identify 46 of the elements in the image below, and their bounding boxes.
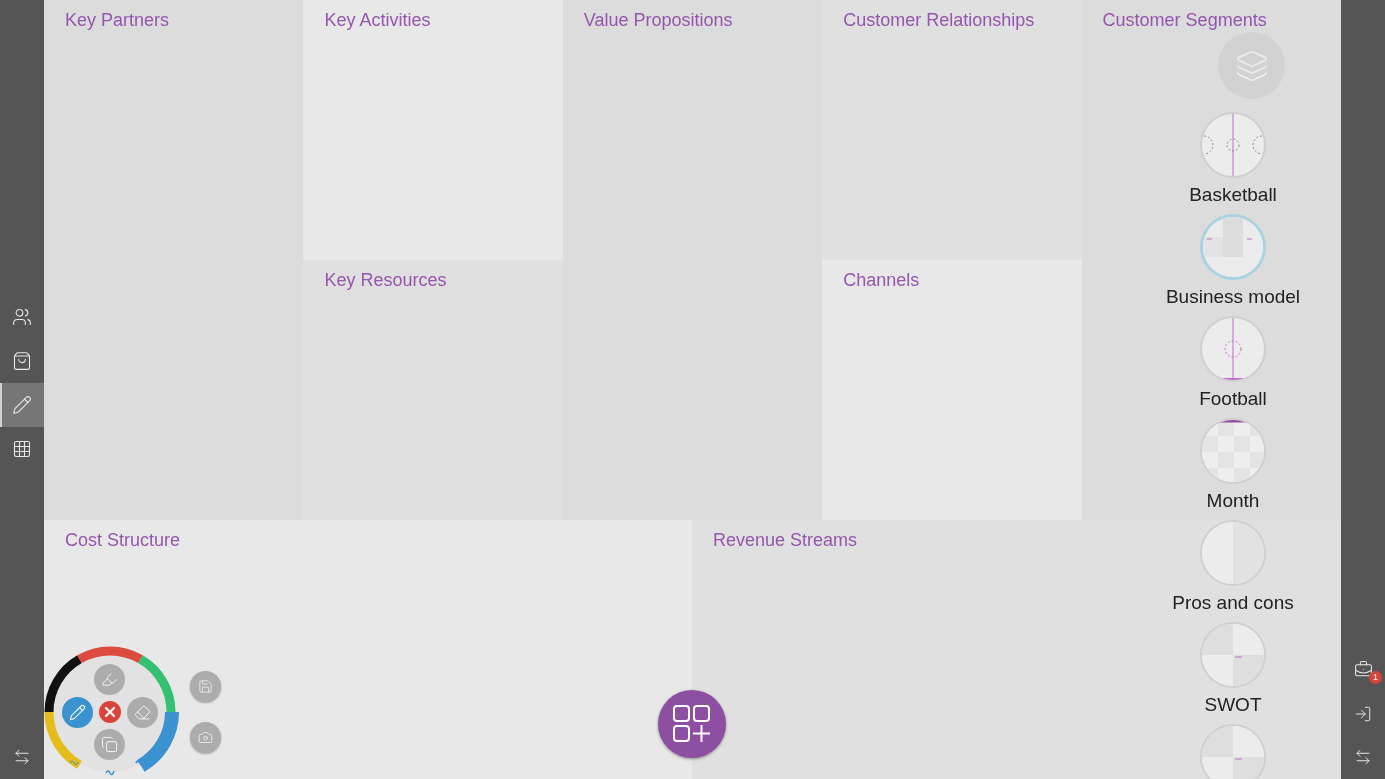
pencil-tool-button[interactable] [0,383,44,427]
color-segment[interactable] [44,655,82,713]
close-icon [102,704,118,720]
color-segment[interactable] [137,711,179,772]
template-label: Month [1206,490,1260,512]
calendar-grid-icon [1202,420,1264,482]
color-segment[interactable] [138,655,176,713]
camera-icon [198,730,213,745]
section-title: Key Partners [65,10,170,30]
section-title: Key Resources [324,270,447,290]
layers-icon [1234,48,1269,83]
copy-icon [101,736,118,753]
save-icon [198,679,213,694]
section-title: Key Activities [324,10,431,30]
color-segment[interactable] [77,646,143,664]
pencil-icon [12,395,32,415]
section-title: Value Propositions [583,10,733,30]
grid-icon [12,439,32,459]
basketball-court-icon [1202,114,1264,176]
canvas-thumbnail-icon [1203,217,1263,277]
section-title: Revenue Streams [713,530,858,550]
notification-badge: 1 [1369,670,1382,684]
split-icon [1202,522,1264,584]
template-label: Business model [1165,286,1301,308]
template-label: Basketball [1189,184,1277,206]
add-grid-icon [672,704,712,744]
bag-icon [12,351,32,371]
section-title: Cost Structure [65,530,181,550]
pencil-icon [69,704,86,721]
section-title: Channels [843,270,920,290]
swap-icon [13,748,31,766]
eraser-icon [134,704,151,721]
quadrant-icon [1202,624,1264,686]
stroke-width-icon[interactable] [105,770,115,776]
swap-icon [1354,748,1372,767]
section-title: Customer Relationships [843,10,1035,30]
highlighter-icon [101,671,118,688]
section-title: Customer Segments [1102,10,1267,30]
template-label: SWOT [1204,694,1262,716]
toolbox-button[interactable]: 1 [1341,648,1385,692]
stroke-width-icon[interactable] [69,760,79,766]
template-label: Football [1199,388,1267,410]
template-label: Pros and cons [1172,592,1294,614]
people-icon [12,307,32,327]
quadrant-icon [1202,726,1264,779]
exit-icon [1354,704,1372,723]
